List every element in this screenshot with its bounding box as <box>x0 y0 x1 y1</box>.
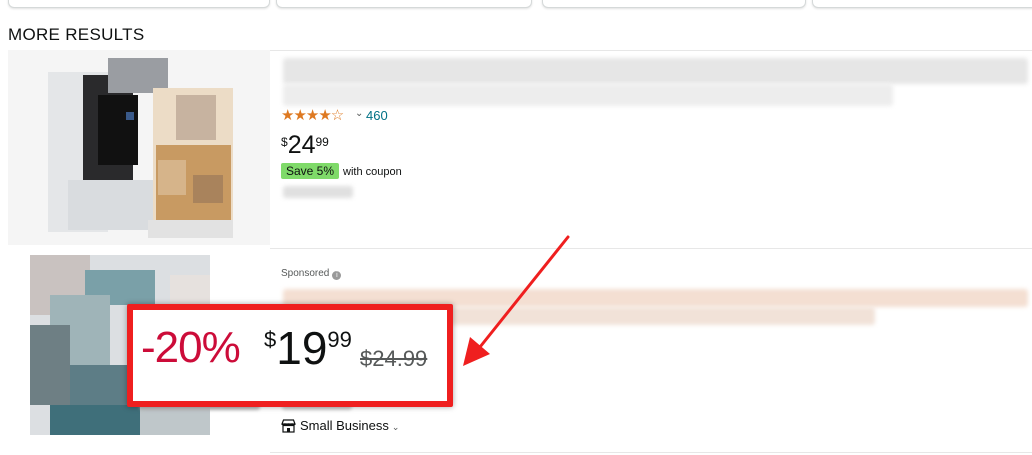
small-business-label: Small Business <box>300 418 389 433</box>
star-rating[interactable]: ★★★★☆ <box>281 108 344 123</box>
divider <box>270 50 1032 51</box>
chevron-down-icon[interactable]: ⌄ <box>392 422 400 432</box>
divider <box>270 248 1032 249</box>
coupon-badge[interactable]: Save 5% <box>281 163 340 179</box>
product-price[interactable]: $2499 <box>281 133 329 158</box>
price-fraction: 99 <box>315 135 329 149</box>
price-callout: -20% $1999 $24.99 <box>127 304 453 407</box>
result-card-top-4[interactable] <box>812 0 1032 8</box>
result-card-top-1[interactable] <box>8 0 270 8</box>
sponsored-text: Sponsored <box>281 268 330 279</box>
price-fraction: 99 <box>327 327 352 352</box>
list-price: $24.99 <box>360 346 428 371</box>
price-symbol: $ <box>264 327 277 352</box>
product-title-blurred[interactable] <box>283 58 1028 84</box>
price-whole: 24 <box>287 131 316 159</box>
sponsored-label[interactable]: Sponsored i <box>281 268 342 280</box>
product-title-blurred[interactable] <box>450 307 875 325</box>
store-icon <box>281 419 296 433</box>
product-title-blurred[interactable] <box>283 84 893 106</box>
section-title: MORE RESULTS <box>8 25 145 44</box>
small-business-badge[interactable]: Small Business ⌄ <box>281 418 399 433</box>
result-card-top-2[interactable] <box>276 0 532 8</box>
price-whole: 19 <box>276 322 328 374</box>
result-card-top-3[interactable] <box>542 0 806 8</box>
sale-price[interactable]: $1999 <box>264 325 352 371</box>
delivery-blurred <box>283 186 353 198</box>
divider <box>270 452 1032 453</box>
discount-percent: -20% <box>141 323 241 372</box>
chevron-down-icon[interactable]: ⌄ <box>355 108 363 119</box>
coupon-text: with coupon <box>343 166 402 178</box>
product-image[interactable] <box>8 50 270 245</box>
price-symbol: $ <box>281 135 288 149</box>
rating-count-link[interactable]: 460 <box>366 108 388 123</box>
info-icon[interactable]: i <box>332 271 342 280</box>
